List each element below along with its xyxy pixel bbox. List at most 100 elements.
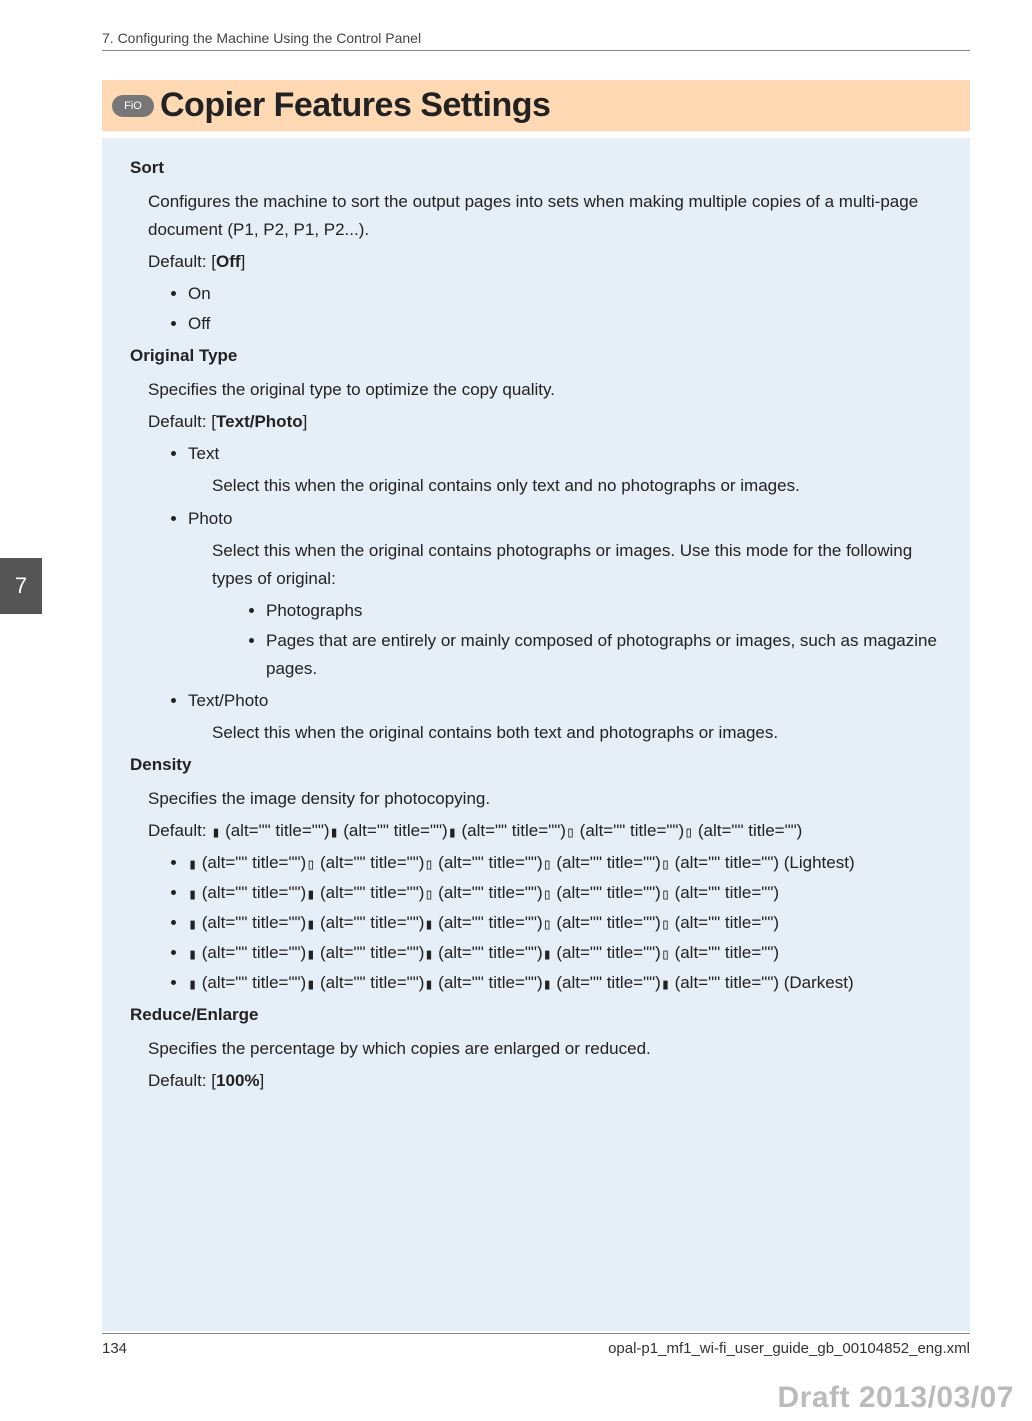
density-bar-icon: ▮ bbox=[543, 972, 552, 997]
item-name: Text/Photo bbox=[188, 691, 268, 710]
glyph-alt: (alt="" title="") bbox=[197, 973, 306, 992]
page: 7. Configuring the Machine Using the Con… bbox=[0, 0, 1032, 1421]
glyph-alt: (alt="" title="") bbox=[315, 913, 424, 932]
glyph-alt: (alt="" title="") bbox=[197, 853, 306, 872]
default-close: ] bbox=[241, 252, 246, 271]
list-item: Text Select this when the original conta… bbox=[188, 440, 952, 500]
glyph-alt: (alt="" title="") bbox=[339, 821, 448, 840]
list-item: Pages that are entirely or mainly compos… bbox=[266, 627, 952, 683]
list-item: Text/Photo Select this when the original… bbox=[188, 687, 952, 747]
density-bar-icon: ▮ bbox=[188, 852, 197, 877]
glyph-alt: (alt="" title="") bbox=[670, 943, 779, 962]
chapter-side-tab: 7 bbox=[0, 558, 42, 614]
glyph-alt: (alt="" title="") bbox=[433, 973, 542, 992]
density-bar-icon: ▯ bbox=[306, 852, 315, 877]
glyph-alt: (alt="" title="") bbox=[552, 913, 661, 932]
sort-options: On Off bbox=[168, 280, 952, 338]
original-type-default: Default: [Text/Photo] bbox=[148, 408, 952, 436]
default-label: Default: [ bbox=[148, 1071, 216, 1090]
default-label: Default: bbox=[148, 821, 211, 840]
default-value: Off bbox=[216, 252, 241, 271]
sort-desc: Configures the machine to sort the outpu… bbox=[148, 188, 952, 244]
density-bar-icon: ▮ bbox=[188, 972, 197, 997]
density-default: Default: ▮ (alt="" title="")▮ (alt="" ti… bbox=[148, 817, 952, 845]
glyph-alt: (alt="" title="") bbox=[197, 883, 306, 902]
section-title-density: Density bbox=[102, 751, 952, 779]
density-levels: ▮ (alt="" title="")▯ (alt="" title="")▯ … bbox=[168, 849, 952, 997]
density-bar-icon: ▮ bbox=[661, 972, 670, 997]
reduce-enlarge-desc: Specifies the percentage by which copies… bbox=[148, 1035, 952, 1063]
original-type-desc: Specifies the original type to optimize … bbox=[148, 376, 952, 404]
density-bar-icon: ▯ bbox=[543, 912, 552, 937]
page-title-block: FiO Copier Features Settings bbox=[102, 80, 970, 131]
glyph-alt: (alt="" title="") bbox=[552, 853, 661, 872]
density-bar-icon: ▯ bbox=[566, 820, 575, 845]
density-bar-icon: ▮ bbox=[448, 820, 457, 845]
density-bar-icon: ▮ bbox=[211, 820, 220, 845]
density-desc: Specifies the image density for photocop… bbox=[148, 785, 952, 813]
glyph-alt: (alt="" title="") bbox=[670, 883, 779, 902]
page-number: 134 bbox=[102, 1340, 127, 1357]
glyph-alt: (alt="" title="") bbox=[220, 821, 329, 840]
glyph-alt: (alt="" title="") bbox=[433, 883, 542, 902]
list-item: ▮ (alt="" title="")▮ (alt="" title="")▯ … bbox=[188, 879, 952, 907]
default-close: ] bbox=[303, 412, 308, 431]
list-item: ▮ (alt="" title="")▮ (alt="" title="")▮ … bbox=[188, 909, 952, 937]
original-type-options: Text Select this when the original conta… bbox=[168, 440, 952, 746]
density-bar-icon: ▮ bbox=[188, 942, 197, 967]
item-desc: Select this when the original contains o… bbox=[212, 472, 952, 500]
glyph-alt: (alt="" title="") bbox=[433, 943, 542, 962]
glyph-alt: (alt="" title="") bbox=[457, 821, 566, 840]
page-footer: 134 opal-p1_mf1_wi-fi_user_guide_gb_0010… bbox=[102, 1333, 970, 1357]
list-item: Photographs bbox=[266, 597, 952, 625]
default-label: Default: [ bbox=[148, 412, 216, 431]
glyph-alt: (alt="" title="") bbox=[670, 853, 779, 872]
level-suffix: (Darkest) bbox=[779, 973, 854, 992]
glyph-alt: (alt="" title="") bbox=[315, 943, 424, 962]
list-item: On bbox=[188, 280, 952, 308]
glyph-alt: (alt="" title="") bbox=[433, 913, 542, 932]
glyph-alt: (alt="" title="") bbox=[197, 943, 306, 962]
level-suffix: (Lightest) bbox=[779, 853, 855, 872]
section-title-sort: Sort bbox=[102, 154, 952, 182]
density-bar-icon: ▯ bbox=[661, 942, 670, 967]
page-title: Copier Features Settings bbox=[160, 86, 550, 125]
list-item: ▮ (alt="" title="")▯ (alt="" title="")▯ … bbox=[188, 849, 952, 877]
glyph-alt: (alt="" title="") bbox=[670, 913, 779, 932]
glyph-alt: (alt="" title="") bbox=[552, 943, 661, 962]
glyph-alt: (alt="" title="") bbox=[315, 883, 424, 902]
density-bar-icon: ▯ bbox=[661, 852, 670, 877]
default-value: Text/Photo bbox=[216, 412, 303, 431]
density-bar-icon: ▮ bbox=[306, 882, 315, 907]
glyph-alt: (alt="" title="") bbox=[670, 973, 779, 992]
density-bar-icon: ▯ bbox=[661, 912, 670, 937]
list-item: Off bbox=[188, 310, 952, 338]
item-desc: Select this when the original contains p… bbox=[212, 537, 952, 593]
default-value: 100% bbox=[216, 1071, 259, 1090]
fio-badge: FiO bbox=[112, 95, 154, 117]
chapter-header: 7. Configuring the Machine Using the Con… bbox=[102, 30, 970, 51]
photo-sublist: Photographs Pages that are entirely or m… bbox=[246, 597, 952, 683]
default-close: ] bbox=[260, 1071, 265, 1090]
content-body: Sort Configures the machine to sort the … bbox=[102, 138, 970, 1331]
item-desc: Select this when the original contains b… bbox=[212, 719, 952, 747]
draft-watermark: Draft 2013/03/07 bbox=[778, 1381, 1015, 1415]
glyph-alt: (alt="" title="") bbox=[575, 821, 684, 840]
reduce-enlarge-default: Default: [100%] bbox=[148, 1067, 952, 1095]
source-file: opal-p1_mf1_wi-fi_user_guide_gb_00104852… bbox=[608, 1340, 970, 1357]
section-title-original-type: Original Type bbox=[102, 342, 952, 370]
density-bar-icon: ▮ bbox=[306, 912, 315, 937]
list-item: Photo Select this when the original cont… bbox=[188, 505, 952, 683]
glyph-alt: (alt="" title="") bbox=[315, 973, 424, 992]
glyph-alt: (alt="" title="") bbox=[552, 973, 661, 992]
list-item: ▮ (alt="" title="")▮ (alt="" title="")▮ … bbox=[188, 939, 952, 967]
density-bar-icon: ▯ bbox=[543, 852, 552, 877]
item-name: Text bbox=[188, 444, 219, 463]
density-bar-icon: ▮ bbox=[188, 882, 197, 907]
section-title-reduce-enlarge: Reduce/Enlarge bbox=[102, 1001, 952, 1029]
density-bar-icon: ▮ bbox=[330, 820, 339, 845]
glyph-alt: (alt="" title="") bbox=[315, 853, 424, 872]
glyph-alt: (alt="" title="") bbox=[552, 883, 661, 902]
sort-default: Default: [Off] bbox=[148, 248, 952, 276]
density-bar-icon: ▮ bbox=[306, 972, 315, 997]
